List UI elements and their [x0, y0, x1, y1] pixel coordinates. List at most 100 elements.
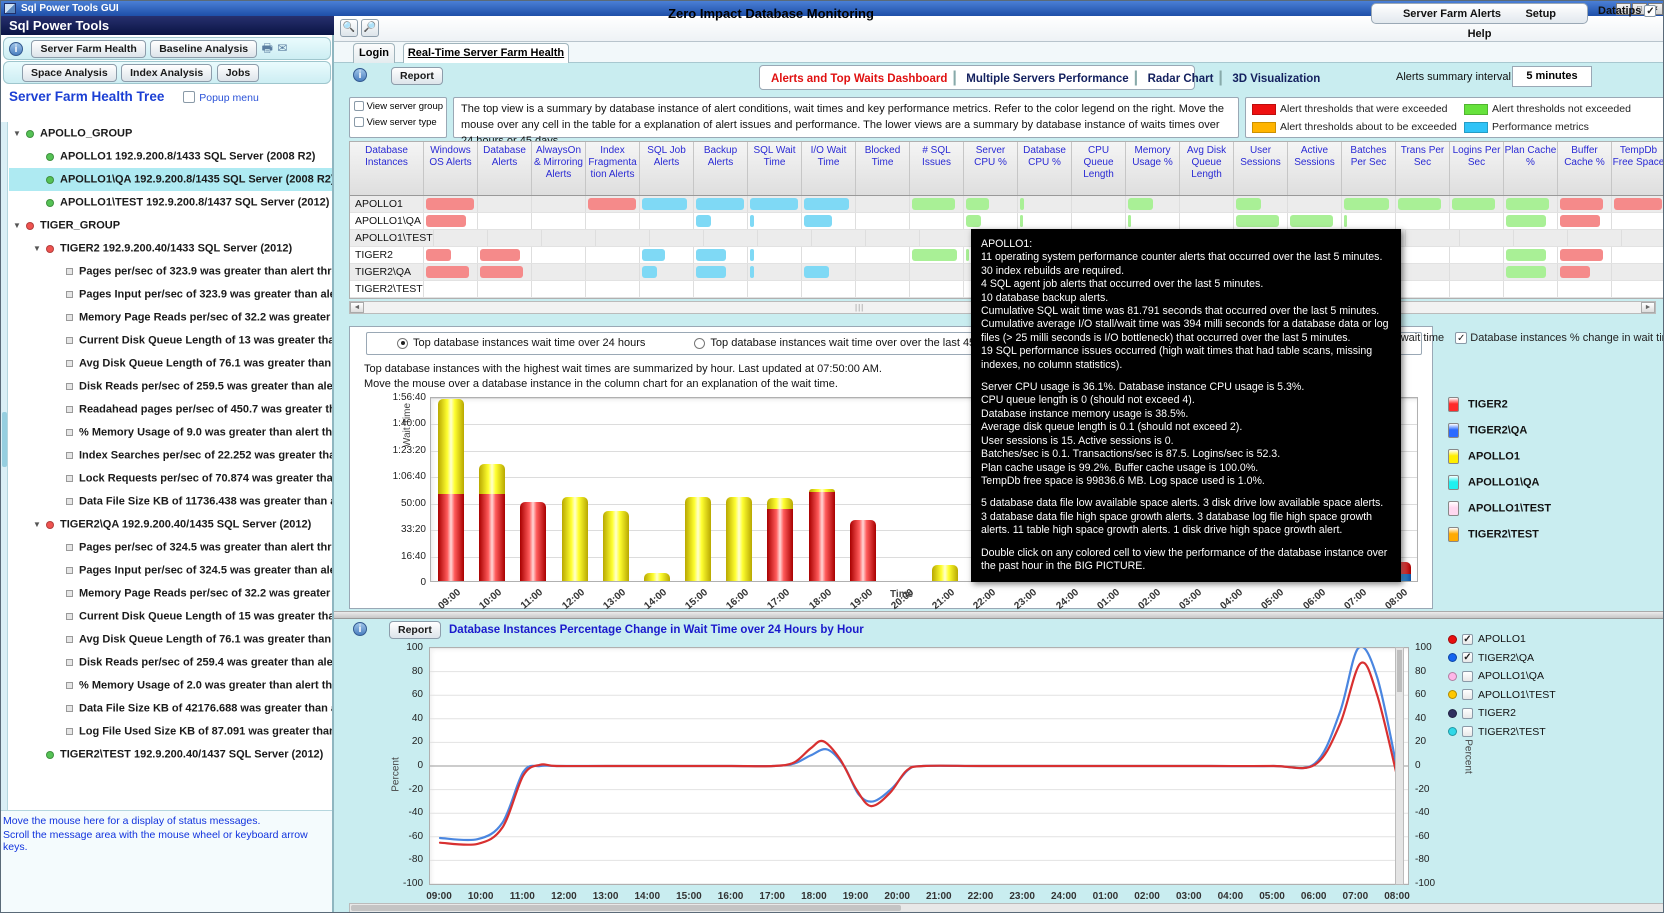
alert-cell[interactable] — [812, 230, 866, 246]
tree-node[interactable]: ▼ TIGER2 192.9.200.40/1433 SQL Server (20… — [9, 237, 332, 260]
alert-pill-red[interactable] — [588, 198, 636, 210]
alert-pill-red[interactable] — [1614, 198, 1662, 210]
column-header[interactable]: Database Instances — [350, 142, 424, 195]
pct-change-line-chart[interactable] — [429, 645, 1409, 885]
alert-pill-blue[interactable] — [642, 198, 687, 210]
alert-cell[interactable] — [424, 196, 478, 212]
alert-cell[interactable] — [586, 281, 640, 297]
tree-alert-item[interactable]: Readahead pages per/sec of 450.7 was gre… — [9, 398, 332, 421]
datatips-checkbox[interactable]: ✓ — [1644, 5, 1657, 18]
column-header[interactable]: Database Alerts — [478, 142, 532, 195]
alert-pill-red[interactable] — [1560, 266, 1590, 278]
tree-alert-item[interactable]: Pages per/sec of 324.5 was greater than … — [9, 536, 332, 559]
alert-pill-blue[interactable] — [642, 266, 657, 278]
alert-cell[interactable] — [1396, 281, 1450, 297]
alert-cell[interactable] — [1504, 264, 1558, 280]
wait-bar-segment[interactable] — [932, 565, 958, 581]
alert-pill-blue[interactable] — [696, 266, 726, 278]
alert-cell[interactable] — [802, 213, 856, 229]
alert-pill-green[interactable] — [1506, 249, 1546, 261]
panel-divider[interactable] — [334, 611, 1663, 619]
column-header[interactable]: Plan Cache % — [1504, 142, 1558, 195]
tree-alert-item[interactable]: Pages per/sec of 323.9 was greater than … — [9, 260, 332, 283]
status-message-area[interactable]: Move the mouse here for a display of sta… — [1, 810, 332, 912]
wait-bar-segment[interactable] — [520, 502, 546, 581]
alert-cell[interactable] — [694, 196, 748, 212]
tree-alert-item[interactable]: Pages Input per/sec of 324.5 was greater… — [9, 559, 332, 582]
column-header[interactable]: Avg Disk Queue Length — [1180, 142, 1234, 195]
alert-cell[interactable] — [748, 213, 802, 229]
alert-cell[interactable] — [1396, 247, 1450, 263]
column-header[interactable]: CPU Queue Length — [1072, 142, 1126, 195]
alert-cell[interactable] — [542, 230, 596, 246]
alert-cell[interactable] — [748, 196, 802, 212]
column-header[interactable]: I/O Wait Time — [802, 142, 856, 195]
alert-cell[interactable] — [1558, 196, 1612, 212]
mail-icon[interactable]: ✉ — [277, 41, 287, 55]
tree-alert-item[interactable]: Current Disk Queue Length of 13 was grea… — [9, 329, 332, 352]
setup-button[interactable]: Setup — [1515, 5, 1566, 24]
table-row[interactable]: APOLLO1\QA — [350, 213, 1663, 230]
tree-alert-item[interactable]: Disk Reads per/sec of 259.4 was greater … — [9, 651, 332, 674]
expand-arrow-icon[interactable]: ▼ — [13, 214, 26, 237]
legend-item[interactable]: TIGER2\QA — [1448, 423, 1658, 449]
series-checkbox[interactable] — [1462, 707, 1473, 719]
alert-cell[interactable] — [532, 213, 586, 229]
alert-cell[interactable] — [1072, 196, 1126, 212]
alert-pill-green[interactable] — [966, 215, 981, 227]
bottom-scrollbar[interactable] — [349, 903, 1663, 912]
column-header[interactable]: Active Sessions — [1288, 142, 1342, 195]
tree-alert-item[interactable]: % Memory Usage of 9.0 was greater than a… — [9, 421, 332, 444]
alert-pill-green[interactable] — [912, 198, 955, 210]
wait-bar-segment[interactable] — [685, 497, 711, 581]
alert-pill-blue[interactable] — [804, 215, 832, 227]
alert-cell[interactable] — [424, 213, 478, 229]
alert-cell[interactable] — [748, 247, 802, 263]
scroll-left-icon[interactable]: ◄ — [350, 302, 364, 313]
alert-cell[interactable] — [640, 281, 694, 297]
alert-cell[interactable] — [640, 247, 694, 263]
alert-cell[interactable] — [802, 264, 856, 280]
alert-cell[interactable] — [748, 281, 802, 297]
tree-node[interactable]: APOLLO1\QA 192.9.200.8/1435 SQL Server (… — [9, 168, 332, 191]
alert-pill-green[interactable] — [966, 249, 969, 261]
wait-bar-segment[interactable] — [479, 494, 505, 581]
wait-bar-segment[interactable] — [438, 399, 464, 494]
legend-item[interactable]: APOLLO1\QA — [1448, 475, 1658, 501]
wait-bar-segment[interactable] — [644, 573, 670, 581]
alert-pill-blue[interactable] — [642, 249, 665, 261]
alert-cell[interactable] — [856, 247, 910, 263]
alert-cell[interactable] — [694, 264, 748, 280]
alert-cell[interactable] — [1450, 213, 1504, 229]
alert-cell[interactable] — [478, 281, 532, 297]
alert-cell[interactable] — [1514, 230, 1568, 246]
nav-3d-visualization[interactable]: 3D Visualization — [1227, 68, 1325, 91]
alert-cell[interactable] — [910, 196, 964, 212]
legend-item[interactable]: APOLLO1\TEST — [1448, 689, 1663, 708]
alert-cell[interactable] — [478, 196, 532, 212]
tree-node[interactable]: ▼ APOLLO_GROUP — [9, 122, 332, 145]
alert-pill-red[interactable] — [1560, 249, 1603, 261]
alert-cell[interactable] — [856, 213, 910, 229]
alert-cell[interactable] — [920, 230, 974, 246]
alert-cell[interactable] — [758, 230, 812, 246]
view-server-type-checkbox[interactable] — [354, 117, 364, 128]
column-header[interactable]: SQL Job Alerts — [640, 142, 694, 195]
alert-cell[interactable] — [802, 247, 856, 263]
space-analysis-button[interactable]: Space Analysis — [22, 64, 117, 82]
column-header[interactable]: User Sessions — [1234, 142, 1288, 195]
column-header[interactable]: Buffer Cache % — [1558, 142, 1612, 195]
tree-alert-item[interactable]: Current Disk Queue Length of 15 was grea… — [9, 605, 332, 628]
alert-cell[interactable] — [650, 230, 704, 246]
tree-alert-item[interactable]: Memory Page Reads per/sec of 32.2 was gr… — [9, 582, 332, 605]
alert-cell[interactable] — [1612, 264, 1663, 280]
wait-bar-segment[interactable] — [809, 492, 835, 581]
alert-pill-red[interactable] — [1560, 215, 1600, 227]
series-checkbox[interactable]: ✓ — [1462, 633, 1473, 645]
info-icon[interactable]: i — [9, 42, 23, 56]
report-button[interactable]: Report — [389, 621, 441, 639]
alert-pill-blue[interactable] — [750, 249, 754, 261]
print-icon[interactable]: 🖶 — [262, 41, 273, 55]
alert-cell[interactable] — [802, 281, 856, 297]
alert-cell[interactable] — [434, 230, 488, 246]
